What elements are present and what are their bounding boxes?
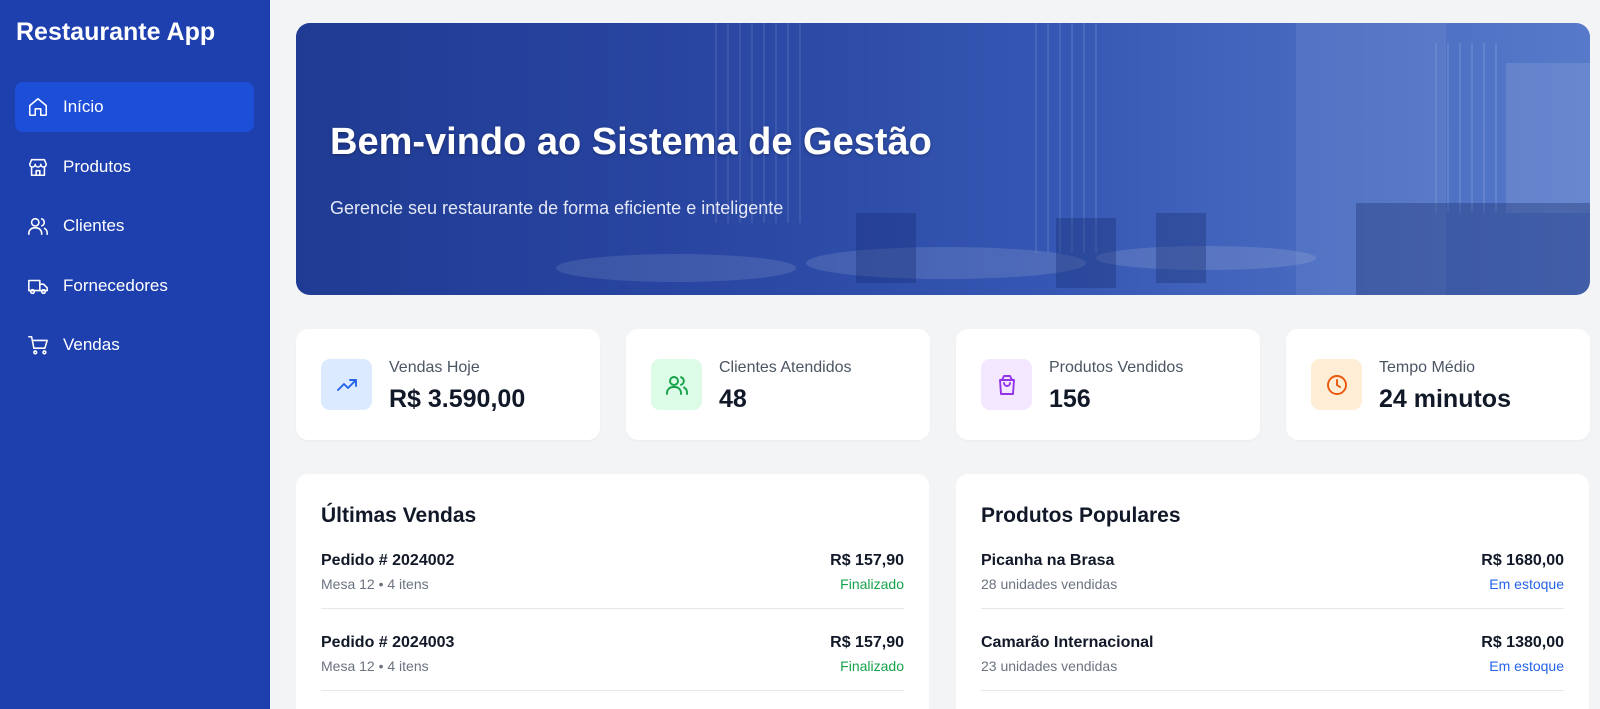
stat-label: Produtos Vendidos: [1049, 359, 1184, 376]
trending-up-icon: [321, 359, 372, 410]
sidebar-item-label: Vendas: [63, 335, 120, 354]
sidebar-item-label: Produtos: [63, 156, 132, 176]
stat-value: 48: [719, 385, 747, 413]
status-badge: Finalizado: [840, 576, 904, 592]
stat-value: 24 minutos: [1379, 385, 1511, 413]
sidebar: Restaurante App Início Produtos Clientes…: [0, 0, 270, 709]
sidebar-item-inicio[interactable]: Início: [15, 82, 254, 132]
store-icon: [27, 156, 49, 178]
product-name: Picanha na Brasa: [981, 552, 1115, 569]
stat-value: R$ 3.590,00: [389, 385, 526, 413]
users-icon: [651, 359, 702, 410]
product-detail: 23 unidades vendidas: [981, 658, 1118, 674]
sidebar-item-label: Início: [63, 97, 104, 116]
clock-icon: [1311, 359, 1362, 410]
stat-label: Vendas Hoje: [389, 359, 480, 376]
order-price: R$ 157,90: [830, 634, 904, 651]
popular-products-panel: Produtos Populares Picanha na Brasa 28 u…: [956, 474, 1589, 709]
order-number: Pedido # 2024002: [321, 552, 455, 569]
panel-title: Produtos Populares: [981, 504, 1181, 527]
order-detail: Mesa 12 • 4 itens: [321, 576, 429, 592]
stat-card-clientes-atendidos: Clientes Atendidos 48: [626, 329, 930, 440]
stat-card-vendas-hoje: Vendas Hoje R$ 3.590,00: [296, 329, 600, 440]
hero-banner: Bem-vindo ao Sistema de Gestão Gerencie …: [296, 23, 1590, 295]
recent-sales-panel: Últimas Vendas Pedido # 2024002 Mesa 12 …: [296, 474, 929, 709]
stat-label: Clientes Atendidos: [719, 359, 852, 376]
shopping-bag-icon: [981, 359, 1032, 410]
sidebar-item-fornecedores[interactable]: Fornecedores: [15, 261, 254, 311]
hero-subtitle: Gerencie seu restaurante de forma eficie…: [330, 198, 784, 218]
order-price: R$ 157,90: [830, 552, 904, 569]
list-item[interactable]: Pedido # 2024003 Mesa 12 • 4 itens R$ 15…: [321, 634, 904, 709]
users-icon: [27, 215, 49, 237]
sidebar-item-label: Clientes: [63, 216, 125, 235]
stat-value: 156: [1049, 385, 1091, 413]
sidebar-nav: Início Produtos Clientes Fornecedores Ve…: [15, 82, 254, 380]
cart-icon: [27, 334, 49, 356]
stat-card-tempo-medio: Tempo Médio 24 minutos: [1286, 329, 1590, 440]
app-title: Restaurante App: [16, 18, 216, 46]
product-detail: 28 unidades vendidas: [981, 576, 1118, 592]
sidebar-item-clientes[interactable]: Clientes: [15, 201, 254, 251]
status-badge: Em estoque: [1489, 658, 1564, 674]
product-price: R$ 1680,00: [1481, 552, 1564, 569]
order-detail: Mesa 12 • 4 itens: [321, 658, 429, 674]
stat-label: Tempo Médio: [1379, 359, 1476, 376]
stat-card-produtos-vendidos: Produtos Vendidos 156: [956, 329, 1260, 440]
status-badge: Em estoque: [1489, 576, 1564, 592]
status-badge: Finalizado: [840, 658, 904, 674]
hero-title: Bem-vindo ao Sistema de Gestão: [330, 121, 932, 163]
divider: [321, 690, 904, 691]
divider: [981, 690, 1564, 691]
divider: [321, 608, 904, 609]
sidebar-item-label: Fornecedores: [63, 275, 168, 295]
sidebar-item-vendas[interactable]: Vendas: [15, 320, 254, 370]
order-number: Pedido # 2024003: [321, 634, 455, 651]
list-item[interactable]: Camarão Internacional 23 unidades vendid…: [981, 634, 1564, 709]
list-item[interactable]: Picanha na Brasa 28 unidades vendidas R$…: [981, 552, 1564, 634]
list-item[interactable]: Pedido # 2024002 Mesa 12 • 4 itens R$ 15…: [321, 552, 904, 634]
divider: [981, 608, 1564, 609]
sidebar-item-produtos[interactable]: Produtos: [15, 142, 254, 192]
panel-title: Últimas Vendas: [321, 504, 477, 527]
main-content: Bem-vindo ao Sistema de Gestão Gerencie …: [270, 0, 1600, 709]
product-name: Camarão Internacional: [981, 634, 1154, 651]
home-icon: [27, 96, 49, 118]
product-price: R$ 1380,00: [1481, 634, 1564, 651]
truck-icon: [27, 275, 49, 297]
